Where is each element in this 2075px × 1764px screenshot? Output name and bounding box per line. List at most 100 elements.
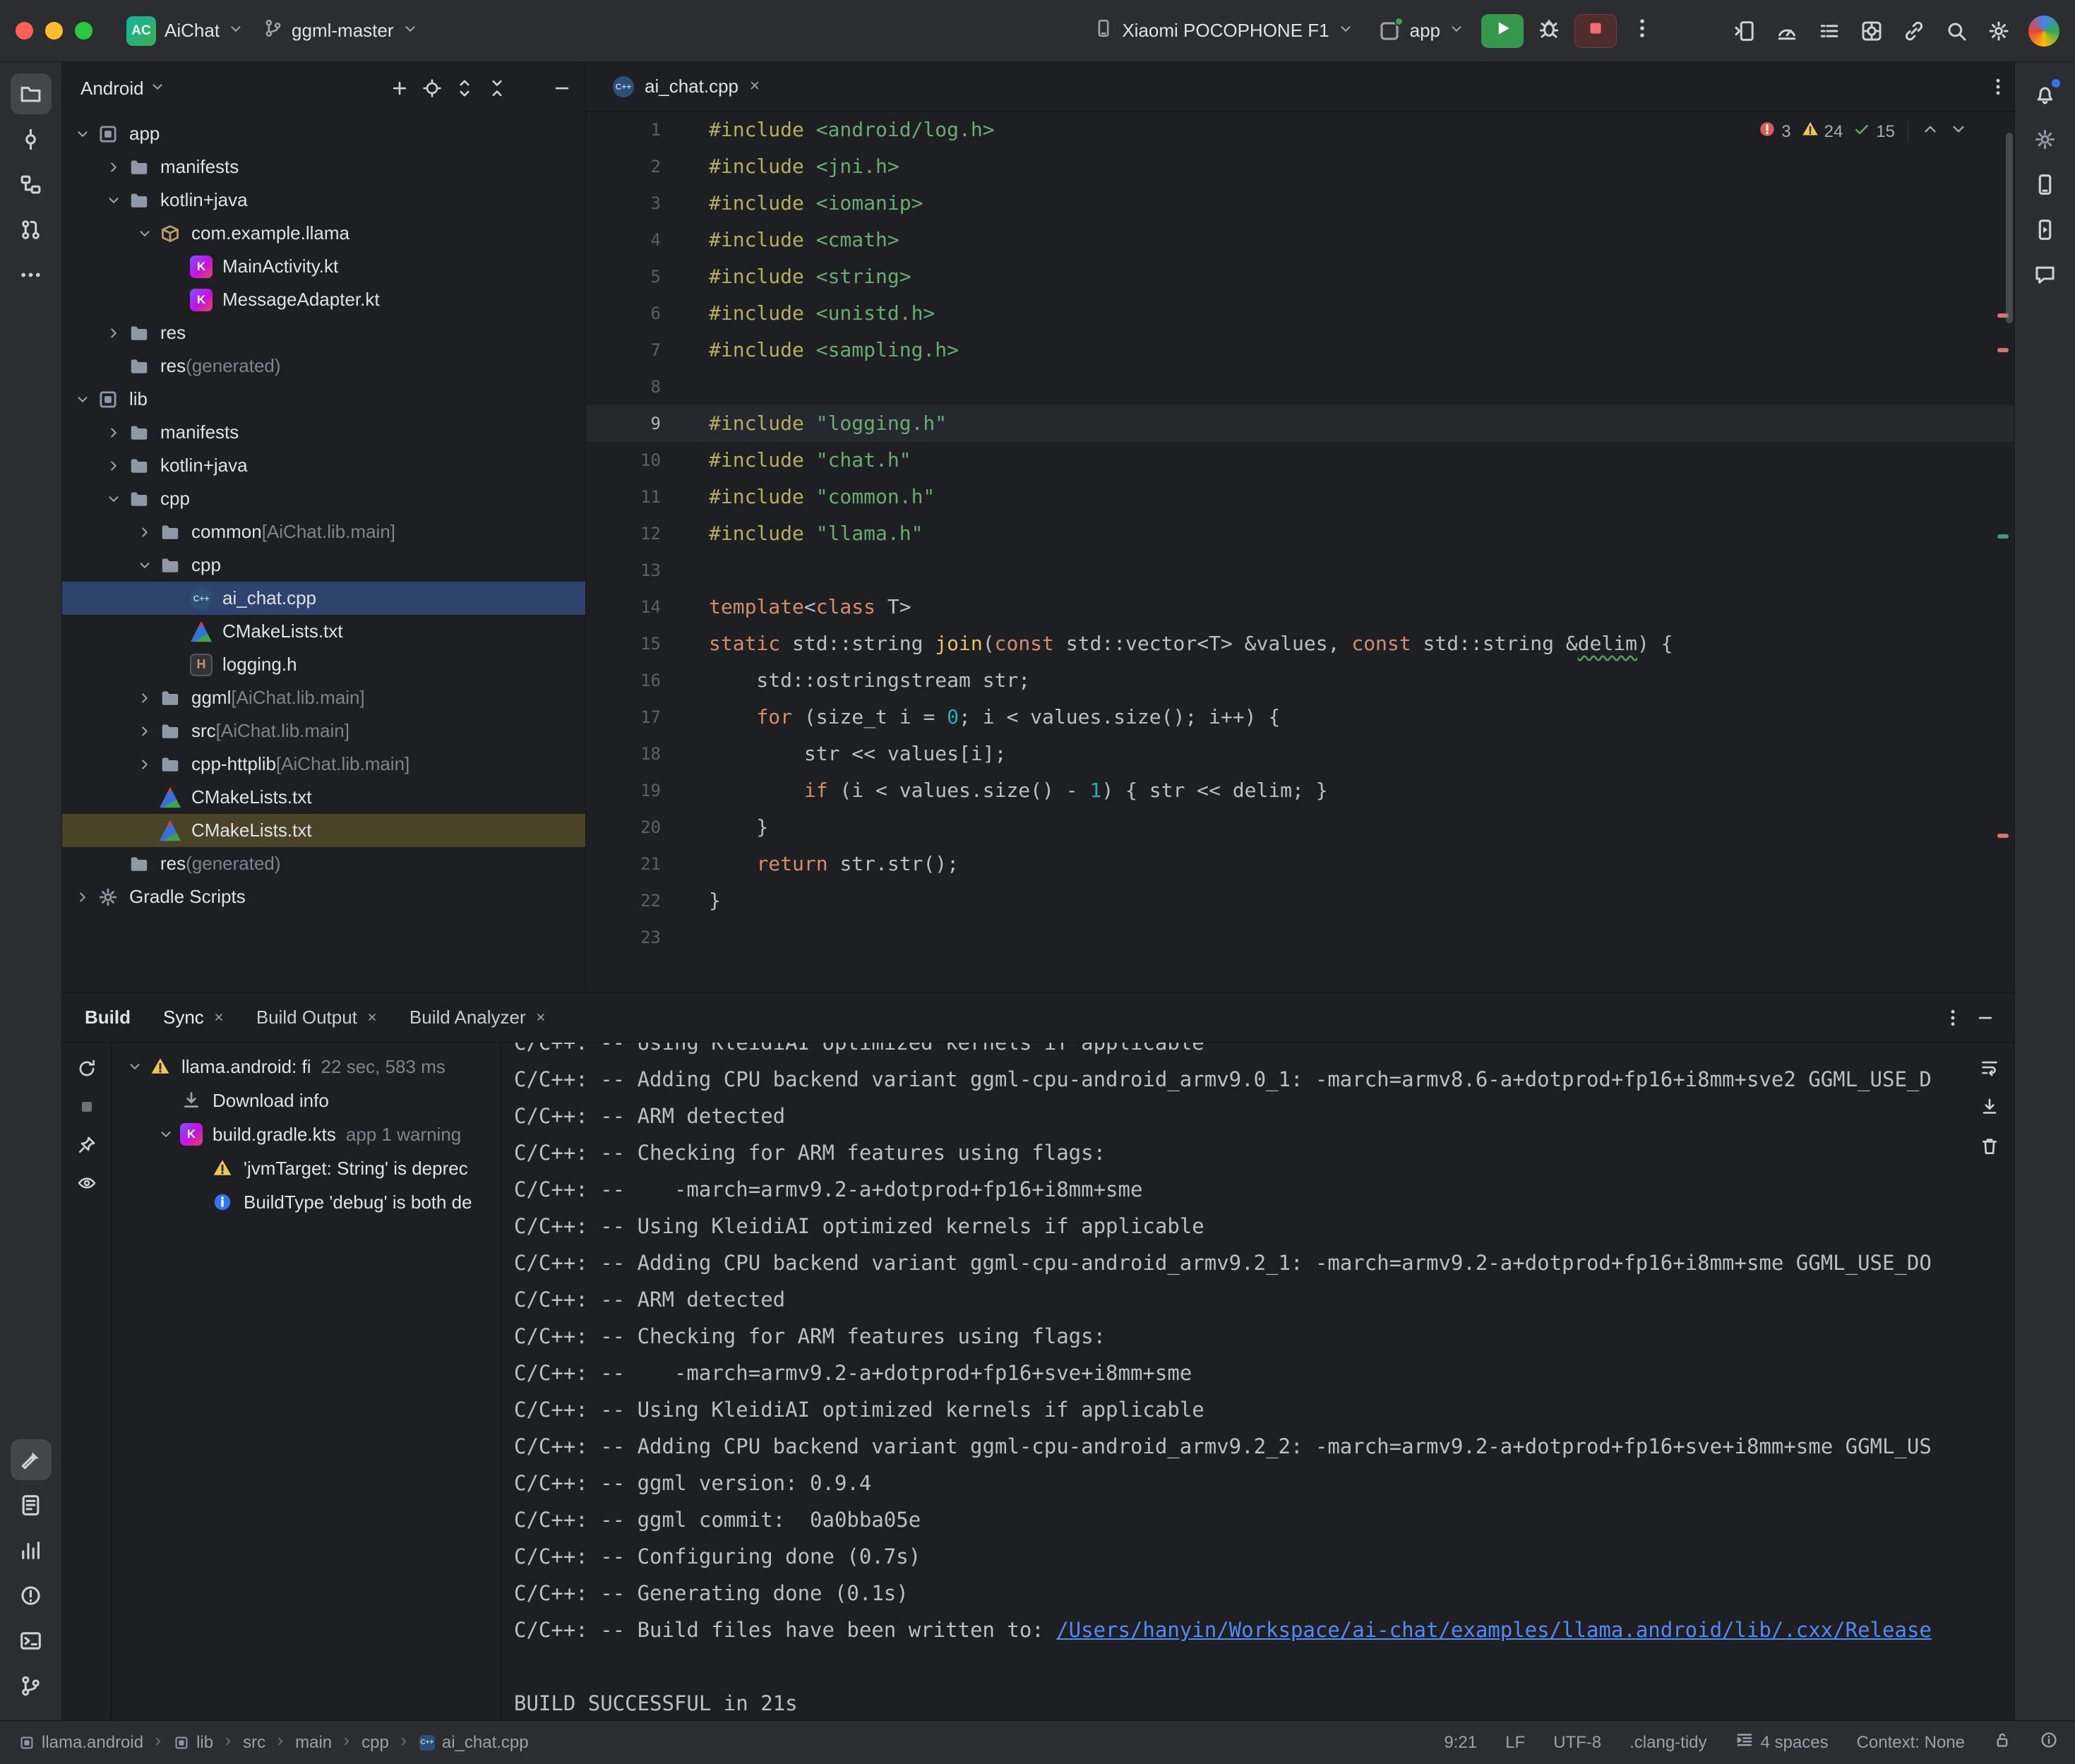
- tree-item[interactable]: common [AiChat.lib.main]: [62, 515, 585, 548]
- close-tab-icon[interactable]: [366, 1007, 378, 1028]
- locate-icon[interactable]: [416, 72, 448, 104]
- pin-icon[interactable]: [71, 1129, 103, 1161]
- next-problem-icon[interactable]: [1949, 120, 1968, 143]
- problems-icon[interactable]: [11, 1575, 52, 1616]
- breadcrumb-item[interactable]: lib: [173, 1733, 213, 1753]
- chevron-right-icon[interactable]: [131, 524, 158, 540]
- project-folder-icon[interactable]: [11, 73, 52, 114]
- code-line[interactable]: 10#include "chat.h": [586, 442, 2014, 479]
- code-line[interactable]: 22}: [586, 882, 2014, 919]
- more-icon[interactable]: [513, 72, 546, 104]
- tree-item[interactable]: cpp: [62, 548, 585, 582]
- code-line[interactable]: 5#include <string>: [586, 258, 2014, 295]
- code-editor[interactable]: 1#include <android/log.h>2#include <jni.…: [586, 112, 2014, 992]
- chevron-down-icon[interactable]: [131, 226, 158, 241]
- tree-item[interactable]: KMessageAdapter.kt: [62, 283, 585, 316]
- search-everywhere-icon[interactable]: [1938, 13, 1975, 49]
- close-tab-icon[interactable]: [213, 1007, 225, 1028]
- chevron-right-icon[interactable]: [69, 889, 96, 905]
- tree-item[interactable]: KMainActivity.kt: [62, 250, 585, 283]
- chevron-down-icon[interactable]: [100, 491, 127, 507]
- context-widget[interactable]: Context: None: [1857, 1733, 1965, 1753]
- tree-item[interactable]: BuildType 'debug' is both de: [112, 1185, 501, 1219]
- tree-item[interactable]: com.example.llama: [62, 217, 585, 250]
- tree-item[interactable]: ggml [AiChat.lib.main]: [62, 681, 585, 714]
- terminal-icon[interactable]: [11, 1620, 52, 1661]
- code-line[interactable]: 7#include <sampling.h>: [586, 332, 2014, 368]
- re-sync-icon[interactable]: [71, 1052, 103, 1085]
- code-line[interactable]: 3#include <iomanip>: [586, 185, 2014, 222]
- hide-build-panel-icon[interactable]: [1969, 1002, 2002, 1034]
- breadcrumb-item[interactable]: src: [243, 1733, 265, 1753]
- error-stripe-mark[interactable]: [1997, 534, 2009, 539]
- previous-problem-icon[interactable]: [1921, 120, 1939, 143]
- structure-icon[interactable]: [11, 164, 52, 205]
- tree-item[interactable]: CMakeLists.txt: [62, 781, 585, 814]
- tree-item[interactable]: lib: [62, 383, 585, 416]
- editor-options-icon[interactable]: [1982, 71, 2014, 103]
- gradle-icon[interactable]: [2025, 119, 2066, 160]
- more-run-actions-button[interactable]: [1624, 13, 1661, 49]
- code-line[interactable]: 15static std::string join(const std::vec…: [586, 625, 2014, 662]
- app-inspection-icon[interactable]: [1853, 13, 1890, 49]
- breadcrumb-item[interactable]: cpp: [361, 1733, 389, 1753]
- tree-item[interactable]: src [AiChat.lib.main]: [62, 714, 585, 748]
- code-line[interactable]: 21 return str.str();: [586, 846, 2014, 882]
- pull-requests-icon[interactable]: [11, 209, 52, 250]
- tree-item[interactable]: 'jvmTarget: String' is deprec: [112, 1151, 501, 1185]
- collapse-all-icon[interactable]: [481, 72, 513, 104]
- preview-icon[interactable]: [71, 1167, 103, 1199]
- minimize-window-button[interactable]: [45, 22, 63, 40]
- settings-icon[interactable]: [1980, 13, 2017, 49]
- encoding-widget[interactable]: UTF-8: [1553, 1733, 1601, 1753]
- tree-item[interactable]: manifests: [62, 416, 585, 449]
- build-tab-build-output[interactable]: Build Output: [256, 993, 378, 1042]
- breadcrumb-item[interactable]: C++ai_chat.cpp: [419, 1733, 529, 1753]
- tree-item[interactable]: Kbuild.gradle.ktsapp 1 warning: [112, 1117, 501, 1151]
- code-line[interactable]: 20 }: [586, 809, 2014, 846]
- close-tab-icon[interactable]: [534, 1007, 547, 1028]
- chevron-down-icon[interactable]: [121, 1059, 148, 1074]
- branch-widget[interactable]: ggml-master: [253, 13, 427, 49]
- chevron-right-icon[interactable]: [131, 757, 158, 772]
- soft-wrap-icon[interactable]: [1973, 1051, 2006, 1084]
- tree-item[interactable]: cpp: [62, 482, 585, 515]
- zoom-window-button[interactable]: [75, 22, 92, 40]
- plugins-icon[interactable]: [1896, 13, 1932, 49]
- tree-item[interactable]: kotlin+java: [62, 449, 585, 482]
- todo-list-icon[interactable]: [1811, 13, 1848, 49]
- line-separator-widget[interactable]: LF: [1505, 1733, 1525, 1753]
- tree-item[interactable]: res (generated): [62, 349, 585, 383]
- build-tab-build-analyzer[interactable]: Build Analyzer: [409, 993, 547, 1042]
- code-line[interactable]: 2#include <jni.h>: [586, 148, 2014, 185]
- tree-item[interactable]: CMakeLists.txt: [62, 615, 585, 648]
- clear-all-icon[interactable]: [1973, 1130, 2006, 1163]
- commit-icon[interactable]: [11, 119, 52, 160]
- run-configuration-selector[interactable]: app: [1368, 13, 1474, 49]
- device-mirroring-icon[interactable]: [1726, 13, 1763, 49]
- project-widget[interactable]: AC AiChat: [116, 11, 253, 52]
- tree-item[interactable]: Download info: [112, 1084, 501, 1117]
- tree-item[interactable]: res: [62, 316, 585, 349]
- tree-item[interactable]: manifests: [62, 150, 585, 184]
- project-view-selector[interactable]: Android: [80, 78, 165, 100]
- code-line[interactable]: 9#include "logging.h": [586, 405, 2014, 442]
- logcat-icon[interactable]: [11, 1484, 52, 1525]
- editor-scrollbar[interactable]: [2006, 133, 2013, 323]
- chevron-right-icon[interactable]: [100, 425, 127, 440]
- code-line[interactable]: 4#include <cmath>: [586, 222, 2014, 258]
- profile-avatar[interactable]: [2028, 16, 2059, 47]
- inspections-widget[interactable]: 3 24 15: [1758, 120, 1968, 143]
- caret-position-widget[interactable]: 9:21: [1444, 1733, 1477, 1753]
- lock-open-icon[interactable]: [1993, 1731, 2011, 1754]
- version-control-icon[interactable]: [11, 1665, 52, 1706]
- stop-icon[interactable]: [71, 1091, 103, 1123]
- chevron-right-icon[interactable]: [100, 160, 127, 175]
- chevron-right-icon[interactable]: [100, 325, 127, 341]
- add-icon[interactable]: [383, 72, 416, 104]
- chevron-down-icon[interactable]: [100, 193, 127, 208]
- build-console[interactable]: C/C++: -- Using KleidiAI optimized kerne…: [501, 1043, 2014, 1720]
- editor-tab[interactable]: C++ ai_chat.cpp: [597, 62, 776, 111]
- console-file-link[interactable]: /Users/hanyin/Workspace/ai-chat/examples…: [1056, 1618, 1932, 1642]
- code-line[interactable]: 17 for (size_t i = 0; i < values.size();…: [586, 699, 2014, 736]
